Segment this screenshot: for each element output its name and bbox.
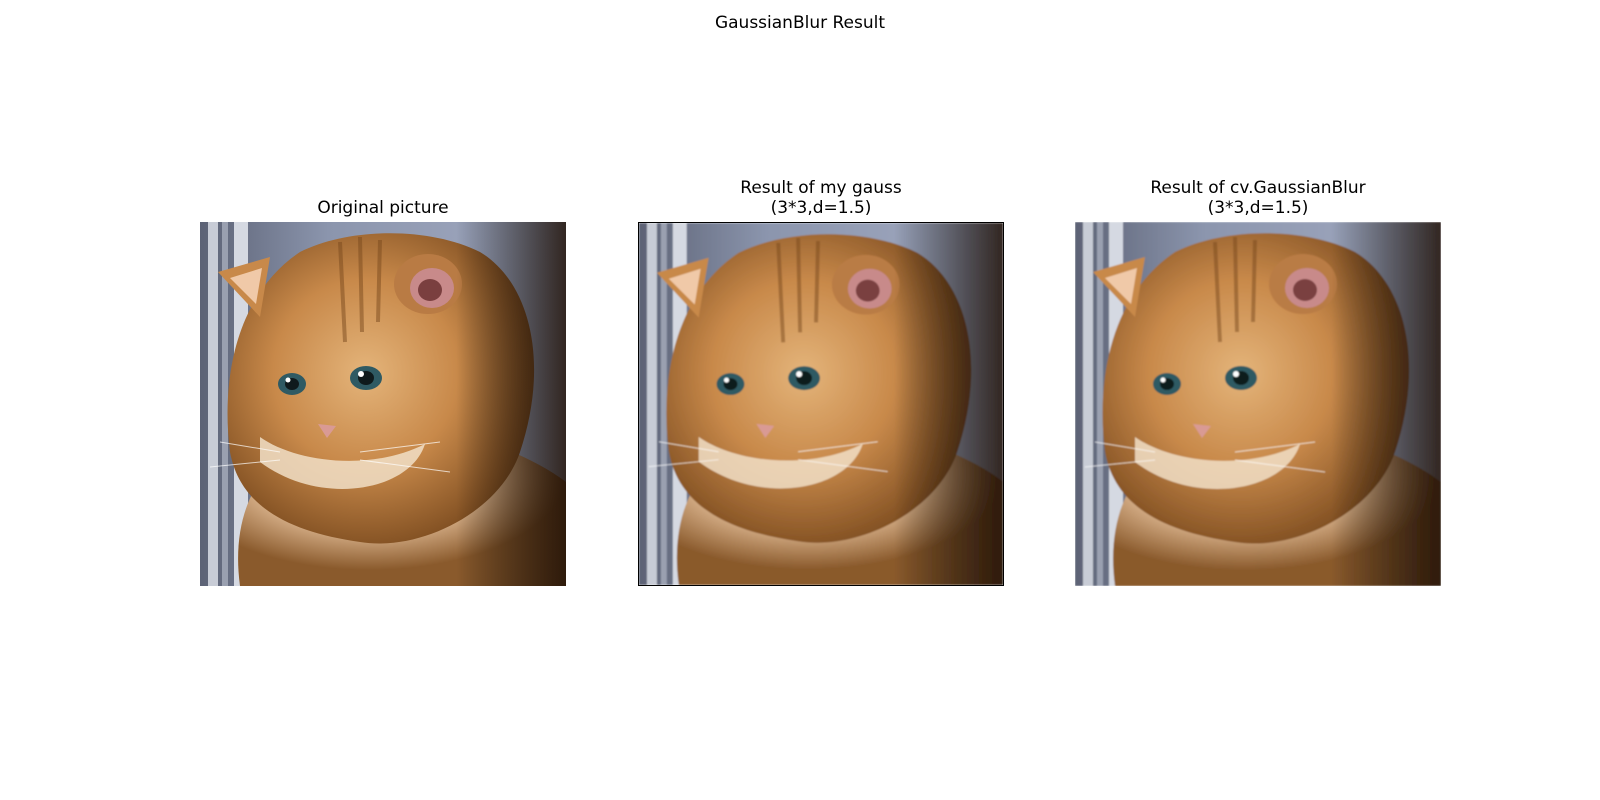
panel-title-line: (3*3,d=1.5) (1207, 198, 1309, 218)
panel-title-line: Original picture (317, 198, 449, 218)
figure: GaussianBlur Result Original picture Res… (0, 0, 1600, 800)
cat-photo-icon (639, 223, 1003, 585)
cat-photo-cv-gaussianblur (1075, 222, 1441, 586)
cat-photo-my-gauss (638, 222, 1004, 586)
panel-title: Result of my gauss (3*3,d=1.5) (578, 178, 1064, 218)
panel-title-line: Result of cv.GaussianBlur (1150, 178, 1366, 198)
panel-title: Original picture (140, 198, 626, 218)
panel-title-line: Result of my gauss (740, 178, 902, 198)
panel-title: Result of cv.GaussianBlur (3*3,d=1.5) (1015, 178, 1501, 218)
panel-title-line: (3*3,d=1.5) (770, 198, 872, 218)
cat-photo-icon (1075, 222, 1441, 586)
panel-original: Original picture (200, 0, 566, 800)
cat-photo-icon (200, 222, 566, 586)
panel-my-gauss: Result of my gauss (3*3,d=1.5) (638, 0, 1004, 800)
panel-cv-gaussianblur: Result of cv.GaussianBlur (3*3,d=1.5) (1075, 0, 1441, 800)
cat-photo-original (200, 222, 566, 586)
